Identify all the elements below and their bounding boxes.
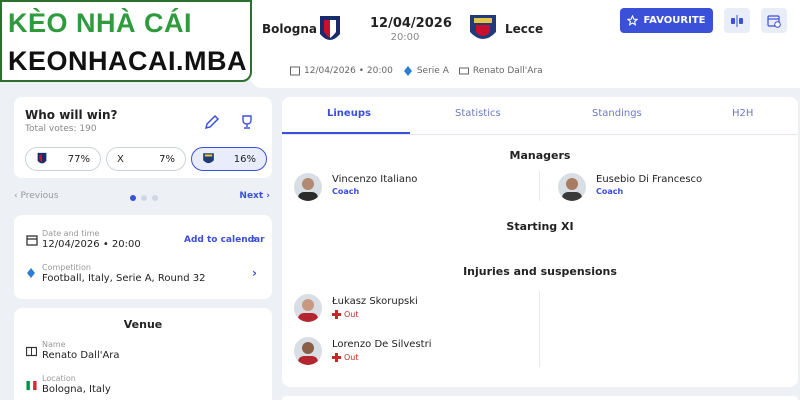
- vote-away[interactable]: 16%: [191, 147, 267, 171]
- injury-status-label: Out: [344, 310, 359, 319]
- bologna-crest-icon[interactable]: [318, 14, 342, 46]
- bologna-crest-icon: [37, 152, 47, 164]
- next-label: Next: [239, 191, 264, 201]
- manager-avatar[interactable]: [558, 173, 586, 201]
- pencil-icon[interactable]: [204, 114, 220, 130]
- tab-bar: Lineups Statistics Standings H2H: [282, 97, 798, 135]
- venue-title: Venue: [123, 318, 163, 331]
- competition-label: Competition: [42, 263, 91, 272]
- vote-draw-label: X: [117, 153, 124, 165]
- lineups-panel: Lineups Statistics Standings H2H Manager…: [282, 97, 798, 387]
- italy-flag-icon: [26, 380, 37, 391]
- total-votes: Total votes: 190: [25, 124, 97, 134]
- tab-h2h[interactable]: H2H: [732, 108, 753, 119]
- favourite-button[interactable]: FAVOURITE: [620, 8, 713, 33]
- lecce-crest-icon: [203, 153, 214, 164]
- date-label: Date and time: [42, 229, 100, 238]
- calendar-icon: [290, 66, 300, 76]
- match-details-card: Date and time 12/04/2026 • 20:00 Add to …: [14, 215, 272, 299]
- watermark-line1: KÈO NHÀ CÁI: [8, 8, 193, 38]
- trophy-icon[interactable]: [239, 114, 255, 130]
- injury-status-label: Out: [344, 353, 359, 362]
- calendar-clock-icon: [767, 14, 781, 28]
- divider: [539, 291, 540, 367]
- injuries-title: Injuries and suspensions: [463, 265, 617, 278]
- compare-button[interactable]: [724, 8, 750, 33]
- calendar-button[interactable]: [761, 8, 787, 33]
- lecce-crest-icon[interactable]: [468, 12, 498, 46]
- red-cross-icon: [332, 353, 341, 362]
- match-meta: 12/04/2026 • 20:00 Serie A Renato Dall'A…: [290, 66, 543, 76]
- venue-location-label: Location: [42, 374, 76, 383]
- vote-draw-percent: 7%: [159, 153, 175, 165]
- home-manager-name[interactable]: Vincenzo Italiano: [332, 174, 417, 185]
- chevron-right-icon[interactable]: ›: [252, 232, 257, 246]
- tab-lineups[interactable]: Lineups: [327, 108, 371, 119]
- match-date: 12/04/2026: [370, 16, 452, 31]
- watermark-line2: KEONHACAI.MBA: [8, 46, 247, 76]
- active-tab-indicator: [282, 132, 410, 134]
- stadium-icon: [26, 346, 37, 357]
- competition-value[interactable]: Football, Italy, Serie A, Round 32: [42, 273, 205, 284]
- vote-home-percent: 77%: [67, 153, 90, 165]
- match-time: 20:00: [390, 32, 420, 43]
- competition-icon: [27, 268, 35, 278]
- tab-standings[interactable]: Standings: [592, 108, 642, 119]
- player-avatar[interactable]: [294, 337, 322, 365]
- carousel-dots: [130, 195, 158, 201]
- meta-league[interactable]: Serie A: [417, 66, 449, 76]
- chevron-right-icon[interactable]: ›: [252, 266, 257, 280]
- prediction-card: Who will win? Total votes: 190 77% X 7% …: [14, 97, 272, 178]
- tab-statistics[interactable]: Statistics: [455, 108, 501, 119]
- carousel-dot[interactable]: [130, 195, 136, 201]
- red-cross-icon: [332, 310, 341, 319]
- calendar-icon: [26, 235, 38, 246]
- vote-home[interactable]: 77%: [25, 147, 101, 171]
- injured-player-name[interactable]: Lorenzo De Silvestri: [332, 339, 431, 350]
- away-manager-name[interactable]: Eusebio Di Francesco: [596, 174, 702, 185]
- home-manager-role: Coach: [332, 187, 360, 196]
- venue-name-value: Renato Dall'Ara: [42, 350, 120, 361]
- carousel-dot[interactable]: [152, 195, 158, 201]
- stadium-icon: [458, 67, 469, 75]
- injured-player-name[interactable]: Łukasz Skorupski: [332, 296, 418, 307]
- venue-name-label: Name: [42, 340, 66, 349]
- star-icon: [627, 15, 639, 26]
- injury-status: Out: [332, 310, 359, 319]
- managers-title: Managers: [509, 149, 571, 162]
- manager-avatar[interactable]: [294, 173, 322, 201]
- next-card-edge: [282, 396, 798, 400]
- meta-venue: Renato Dall'Ara: [472, 66, 543, 76]
- away-manager-role: Coach: [596, 187, 624, 196]
- away-team-name[interactable]: Lecce: [505, 22, 543, 36]
- meta-datetime: 12/04/2026 • 20:00: [304, 66, 393, 76]
- vote-draw[interactable]: X 7%: [106, 147, 186, 171]
- vote-away-percent: 16%: [233, 153, 256, 165]
- carousel-dot[interactable]: [141, 195, 147, 201]
- next-button[interactable]: Next ›: [239, 191, 270, 201]
- previous-label: Previous: [20, 191, 59, 201]
- prediction-title: Who will win?: [25, 108, 118, 122]
- compare-icon: [731, 14, 743, 27]
- carousel-nav: ‹ Previous Next ›: [14, 191, 272, 205]
- previous-button[interactable]: ‹ Previous: [14, 191, 59, 201]
- favourite-label: FAVOURITE: [643, 15, 706, 26]
- venue-location-value: Bologna, Italy: [42, 384, 111, 395]
- watermark-logo: KÈO NHÀ CÁI KEONHACAI.MBA: [0, 0, 252, 82]
- venue-card: Venue Name Renato Dall'Ara Location Bolo…: [14, 308, 272, 400]
- date-value: 12/04/2026 • 20:00: [42, 239, 141, 250]
- starting-xi-title: Starting XI: [506, 220, 574, 233]
- divider: [539, 171, 540, 201]
- player-avatar[interactable]: [294, 294, 322, 322]
- league-icon: [403, 66, 412, 76]
- match-header: Bologna 12/04/2026 20:00 Lecce FAVOURITE…: [250, 0, 800, 88]
- home-team-name[interactable]: Bologna: [262, 22, 317, 36]
- injury-status: Out: [332, 353, 359, 362]
